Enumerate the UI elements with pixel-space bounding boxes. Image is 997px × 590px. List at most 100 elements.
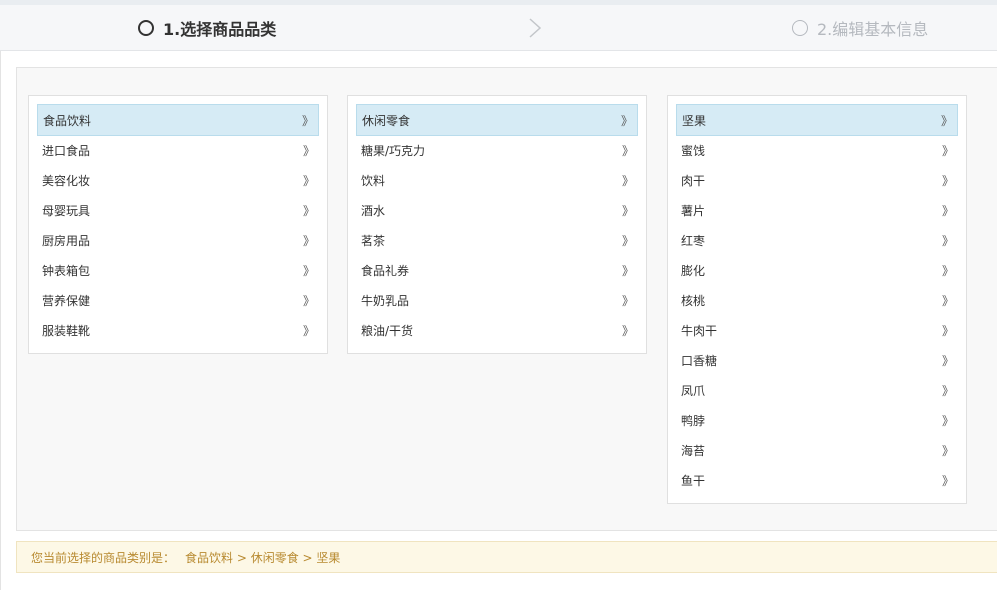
category-item-label: 糖果/巧克力	[361, 143, 426, 158]
category-item-label: 茗茶	[361, 233, 386, 248]
category-item[interactable]: 口香糖 》	[676, 345, 958, 375]
double-chevron-right-icon: 》	[302, 173, 315, 188]
category-item-label: 进口食品	[42, 143, 91, 158]
category-item-label: 核桃	[681, 293, 706, 308]
category-item[interactable]: 美容化妆 》	[37, 165, 319, 195]
category-item-label: 鱼干	[681, 473, 706, 488]
category-item[interactable]: 鱼干 》	[676, 465, 958, 495]
double-chevron-right-icon: 》	[941, 143, 954, 158]
category-item[interactable]: 海苔 》	[676, 435, 958, 465]
category-item[interactable]: 进口食品 》	[37, 135, 319, 165]
category-item-label: 营养保健	[42, 293, 91, 308]
category-item[interactable]: 饮料 》	[356, 165, 638, 195]
category-item[interactable]: 休闲零食 》	[356, 104, 638, 136]
category-item-label: 薯片	[681, 203, 706, 218]
step-2: 2.编辑基本信息	[792, 5, 928, 51]
double-chevron-right-icon: 》	[941, 413, 954, 428]
category-item[interactable]: 营养保健 》	[37, 285, 319, 315]
category-item[interactable]: 茗茶 》	[356, 225, 638, 255]
category-item[interactable]: 凤爪 》	[676, 375, 958, 405]
category-item[interactable]: 粮油/干货 》	[356, 315, 638, 345]
category-item-label: 牛奶乳品	[361, 293, 410, 308]
double-chevron-right-icon: 》	[302, 143, 315, 158]
category-item-label: 红枣	[681, 233, 706, 248]
category-item[interactable]: 鸭脖 》	[676, 405, 958, 435]
step-2-circle-icon	[792, 20, 808, 36]
category-item[interactable]: 酒水 》	[356, 195, 638, 225]
step-indicator: 1.选择商品品类 2.编辑基本信息	[0, 5, 997, 51]
double-chevron-right-icon: 》	[302, 263, 315, 278]
category-item-label: 海苔	[681, 443, 706, 458]
category-item-label: 膨化	[681, 263, 706, 278]
double-chevron-right-icon: 》	[941, 263, 954, 278]
double-chevron-right-icon: 》	[940, 113, 953, 128]
category-item[interactable]: 膨化 》	[676, 255, 958, 285]
category-panel: 食品饮料》进口食品》美容化妆》母婴玩具》厨房用品》钟表箱包》营养保健》服装鞋靴》…	[16, 67, 997, 531]
category-item-label: 美容化妆	[42, 173, 91, 188]
step-1: 1.选择商品品类	[138, 5, 276, 51]
double-chevron-right-icon: 》	[941, 293, 954, 308]
category-item-label: 鸭脖	[681, 413, 706, 428]
category-item[interactable]: 蜜饯 》	[676, 135, 958, 165]
double-chevron-right-icon: 》	[941, 443, 954, 458]
double-chevron-right-icon: 》	[301, 113, 314, 128]
category-item[interactable]: 肉干 》	[676, 165, 958, 195]
category-item-label: 粮油/干货	[361, 323, 414, 338]
category-item[interactable]: 钟表箱包 》	[37, 255, 319, 285]
category-item[interactable]: 母婴玩具 》	[37, 195, 319, 225]
double-chevron-right-icon: 》	[621, 293, 634, 308]
category-item[interactable]: 厨房用品 》	[37, 225, 319, 255]
left-border	[0, 51, 1, 590]
category-item-label: 肉干	[681, 173, 706, 188]
category-item-label: 钟表箱包	[42, 263, 91, 278]
category-item[interactable]: 服装鞋靴 》	[37, 315, 319, 345]
double-chevron-right-icon: 》	[941, 323, 954, 338]
step-1-label: 1.选择商品品类	[163, 20, 277, 39]
selection-path: 食品饮料 > 休闲零食 > 坚果	[185, 550, 341, 565]
double-chevron-right-icon: 》	[621, 173, 634, 188]
category-item[interactable]: 红枣 》	[676, 225, 958, 255]
category-item[interactable]: 牛肉干 》	[676, 315, 958, 345]
double-chevron-right-icon: 》	[302, 323, 315, 338]
category-item[interactable]: 坚果 》	[676, 104, 958, 136]
category-item[interactable]: 食品礼券 》	[356, 255, 638, 285]
category-item[interactable]: 核桃 》	[676, 285, 958, 315]
category-item-label: 服装鞋靴	[42, 323, 91, 338]
chevron-right-icon	[529, 18, 542, 38]
category-item-label: 厨房用品	[42, 233, 91, 248]
step-1-circle-icon	[138, 20, 154, 36]
double-chevron-right-icon: 》	[302, 233, 315, 248]
category-item[interactable]: 牛奶乳品 》	[356, 285, 638, 315]
double-chevron-right-icon: 》	[941, 233, 954, 248]
category-item-label: 坚果	[682, 113, 707, 128]
category-item[interactable]: 糖果/巧克力 》	[356, 135, 638, 165]
category-item[interactable]: 食品饮料 》	[37, 104, 319, 136]
double-chevron-right-icon: 》	[941, 473, 954, 488]
category-column-2: 休闲零食》糖果/巧克力》饮料》酒水》茗茶》食品礼券》牛奶乳品》粮油/干货》	[347, 95, 647, 354]
double-chevron-right-icon: 》	[621, 263, 634, 278]
category-column-1: 食品饮料》进口食品》美容化妆》母婴玩具》厨房用品》钟表箱包》营养保健》服装鞋靴》	[28, 95, 328, 354]
category-item-label: 母婴玩具	[42, 203, 91, 218]
category-item-label: 蜜饯	[681, 143, 706, 158]
double-chevron-right-icon: 》	[941, 383, 954, 398]
category-item-label: 牛肉干	[681, 323, 718, 338]
category-item-label: 凤爪	[681, 383, 706, 398]
category-item-label: 食品饮料	[43, 113, 92, 128]
double-chevron-right-icon: 》	[941, 203, 954, 218]
double-chevron-right-icon: 》	[302, 293, 315, 308]
double-chevron-right-icon: 》	[620, 113, 633, 128]
step-2-label: 2.编辑基本信息	[817, 20, 929, 39]
category-item-label: 酒水	[361, 203, 386, 218]
double-chevron-right-icon: 》	[941, 173, 954, 188]
double-chevron-right-icon: 》	[621, 323, 634, 338]
category-item-label: 休闲零食	[362, 113, 411, 128]
selection-label: 您当前选择的商品类别是：	[31, 550, 176, 565]
category-column-3: 坚果》蜜饯》肉干》薯片》红枣》膨化》核桃》牛肉干》口香糖》凤爪》鸭脖》海苔》鱼干…	[667, 95, 967, 504]
selection-bar: 您当前选择的商品类别是： 食品饮料 > 休闲零食 > 坚果	[16, 541, 997, 573]
double-chevron-right-icon: 》	[621, 143, 634, 158]
category-item-label: 口香糖	[681, 353, 718, 368]
category-item[interactable]: 薯片 》	[676, 195, 958, 225]
category-item-label: 食品礼券	[361, 263, 410, 278]
double-chevron-right-icon: 》	[621, 203, 634, 218]
double-chevron-right-icon: 》	[302, 203, 315, 218]
